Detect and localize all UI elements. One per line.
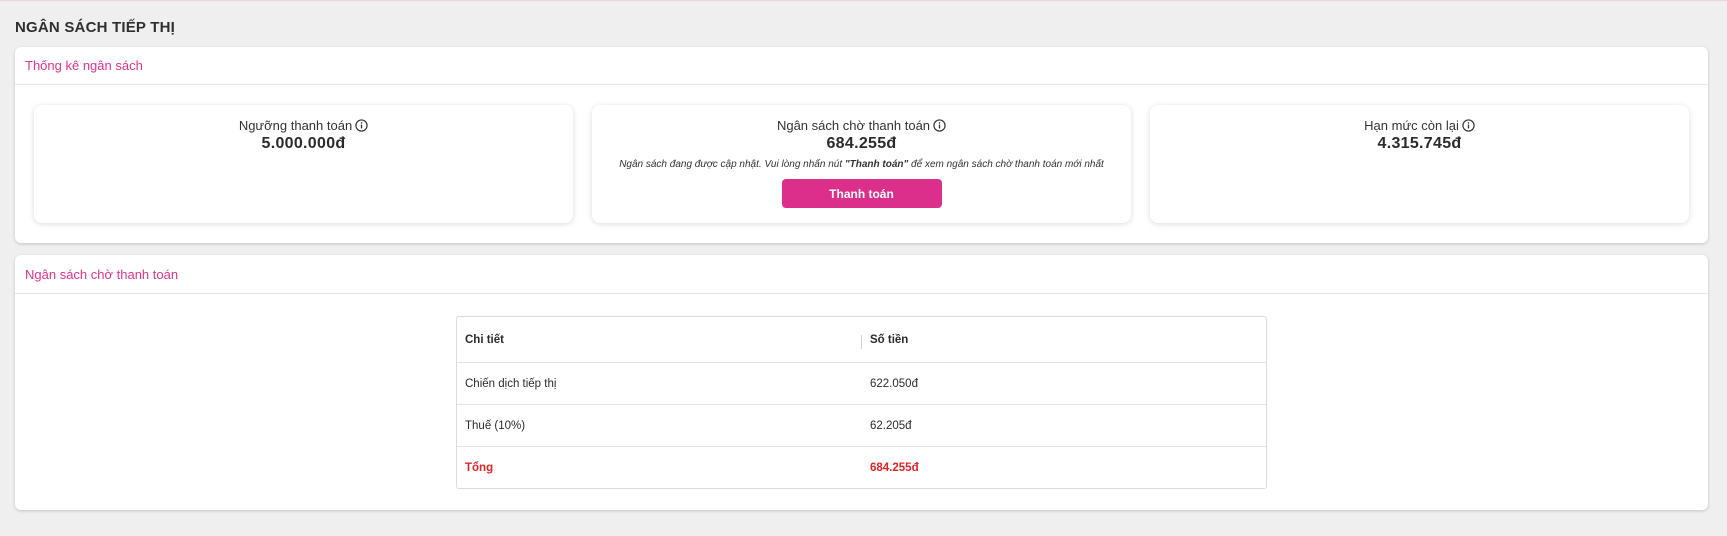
info-icon[interactable]: [1462, 119, 1475, 132]
budget-stats-card: Thống kê ngân sách Ngưỡng thanh toán 5.0…: [15, 47, 1708, 243]
payment-threshold-label: Ngưỡng thanh toán: [238, 118, 353, 133]
remaining-limit-label: Hạn mức còn lại: [1364, 118, 1459, 133]
row-amount: 622.050đ: [870, 377, 918, 390]
pending-budget-card: Ngân sách chờ thanh toán Chi tiết Số tiề…: [15, 255, 1708, 510]
table-row: Chiến dịch tiếp thị 622.050đ: [457, 362, 1266, 404]
remaining-limit-panel: Hạn mức còn lại 4.315.745đ: [1150, 105, 1689, 223]
row-detail: Thuế (10%): [465, 419, 526, 432]
pending-budget-value: 684.255đ: [826, 135, 897, 152]
column-header-detail: Chi tiết: [457, 334, 862, 349]
table-header-row: Chi tiết Số tiền: [457, 317, 1266, 362]
pending-budget-panel: Ngân sách chờ thanh toán 684.255đ Ngân s…: [592, 105, 1131, 223]
page-title: NGÂN SÁCH TIẾP THỊ: [15, 19, 176, 36]
row-detail: Chiến dịch tiếp thị: [465, 377, 557, 390]
row-amount: 62.205đ: [870, 419, 912, 432]
table-total-row: Tổng 684.255đ: [457, 446, 1266, 488]
pay-button[interactable]: Thanh toán: [781, 179, 942, 208]
info-icon[interactable]: [933, 119, 946, 132]
pending-budget-table: Chi tiết Số tiền Chiến dịch tiếp thị 622…: [456, 316, 1267, 489]
pending-budget-note: Ngân sách đang được cập nhật. Vui lòng n…: [592, 159, 1131, 170]
total-amount: 684.255đ: [870, 461, 919, 474]
payment-threshold-value: 5.000.000đ: [261, 135, 346, 152]
pending-budget-header: Ngân sách chờ thanh toán: [15, 255, 1708, 294]
note-text-after: để xem ngân sách chờ thanh toán mới nhất: [908, 159, 1104, 170]
top-border: [0, 0, 1727, 1]
budget-stats-header: Thống kê ngân sách: [15, 47, 1708, 85]
info-icon[interactable]: [355, 119, 368, 132]
note-text-bold: "Thanh toán": [844, 159, 909, 170]
total-label: Tổng: [465, 461, 494, 474]
note-text-before: Ngân sách đang được cập nhật. Vui lòng n…: [619, 159, 845, 170]
pending-budget-label: Ngân sách chờ thanh toán: [776, 118, 931, 133]
remaining-limit-value: 4.315.745đ: [1377, 135, 1462, 152]
column-header-amount: Số tiền: [870, 333, 909, 346]
payment-threshold-panel: Ngưỡng thanh toán 5.000.000đ: [34, 105, 573, 223]
table-row: Thuế (10%) 62.205đ: [457, 404, 1266, 446]
